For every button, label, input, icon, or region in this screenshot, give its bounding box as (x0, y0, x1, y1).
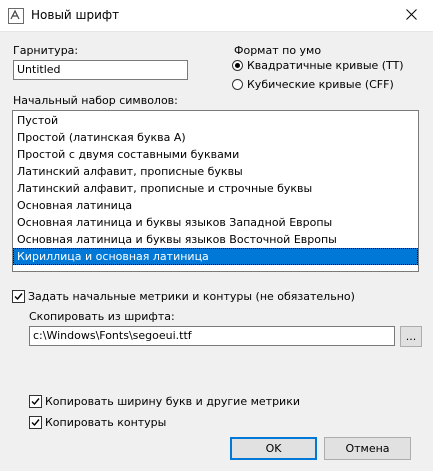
set-metrics-label: Задать начальные метрики и контуры (не о… (28, 290, 355, 303)
format-option-cff[interactable]: Кубические кривые (CFF) (232, 78, 394, 91)
format-option-tt[interactable]: Квадратичные кривые (TT) (232, 59, 404, 72)
charset-item[interactable]: Основная латиница (13, 197, 418, 214)
copy-from-label: Скопировать из шрифта: (29, 310, 175, 323)
typeface-input[interactable]: Untitled (13, 60, 188, 80)
charset-item[interactable]: Пустой (13, 112, 418, 129)
title-bar: Новый шрифт (0, 0, 433, 32)
font-app-icon (8, 8, 24, 24)
copy-outlines-checkbox[interactable]: Копировать контуры (29, 416, 166, 429)
ok-button[interactable]: OK (230, 437, 317, 460)
checkmark-icon (29, 416, 42, 429)
format-option-cff-label: Кубические кривые (CFF) (247, 78, 394, 91)
charset-list[interactable]: Пустой Простой (латинская буква А) Прост… (12, 110, 419, 272)
set-metrics-checkbox[interactable]: Задать начальные метрики и контуры (не о… (12, 290, 355, 303)
window-title: Новый шрифт (31, 8, 120, 22)
checkmark-icon (12, 290, 25, 303)
font-path-input[interactable]: c:\Windows\Fonts\segoeui.ttf (29, 326, 395, 346)
typeface-label: Гарнитура: (13, 44, 79, 57)
copy-widths-label: Копировать ширину букв и другие метрики (45, 395, 300, 408)
charset-item-selected[interactable]: Кириллица и основная латиница (13, 248, 418, 265)
charset-item[interactable]: Простой (латинская буква А) (13, 129, 418, 146)
copy-widths-checkbox[interactable]: Копировать ширину букв и другие метрики (29, 395, 300, 408)
close-icon (405, 8, 417, 23)
charset-item[interactable]: Латинский алфавит, прописные буквы (13, 163, 418, 180)
charset-item[interactable]: Основная латиница и буквы языков Восточн… (13, 231, 418, 248)
close-button[interactable] (389, 0, 433, 31)
charset-item[interactable]: Основная латиница и буквы языков Западно… (13, 214, 418, 231)
radio-selected-icon (232, 60, 243, 71)
charset-label: Начальный набор символов: (13, 94, 178, 107)
browse-button[interactable]: ... (400, 326, 422, 347)
format-label: Формат по умо (234, 44, 322, 57)
cancel-button[interactable]: Отмена (324, 437, 411, 460)
copy-outlines-label: Копировать контуры (45, 416, 167, 429)
format-option-tt-label: Квадратичные кривые (TT) (247, 59, 404, 72)
radio-unselected-icon (232, 79, 243, 90)
charset-item[interactable]: Латинский алфавит, прописные и строчные … (13, 180, 418, 197)
checkmark-icon (29, 395, 42, 408)
charset-item[interactable]: Простой с двумя составными буквами (13, 146, 418, 163)
